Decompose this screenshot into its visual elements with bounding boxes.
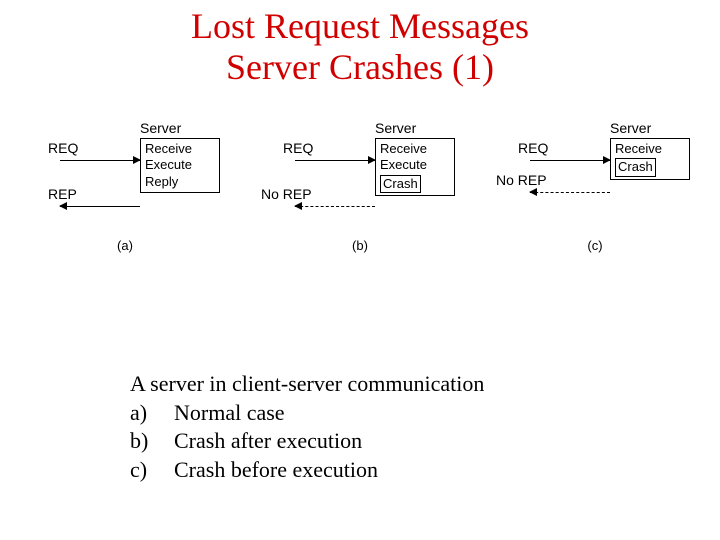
caption-text: Crash before execution <box>174 456 378 485</box>
diagram-b: Server Receive Execute Crash REQ No REP … <box>255 120 465 280</box>
step-receive: Receive <box>145 141 215 157</box>
norep-label: No REP <box>496 172 547 188</box>
diagram-c: Server Receive Crash REQ No REP (c) <box>490 120 700 280</box>
sublabel-b: (b) <box>255 238 465 253</box>
req-arrow-icon <box>530 160 610 161</box>
server-label: Server <box>140 120 181 136</box>
caption-text: Crash after execution <box>174 427 362 456</box>
diagram-row: Server Receive Execute Reply REQ REP (a)… <box>20 120 700 280</box>
req-label: REQ <box>518 140 548 156</box>
step-crash: Crash <box>380 175 421 193</box>
sublabel-c: (c) <box>490 238 700 253</box>
caption-list: a) Normal case b) Crash after execution … <box>130 399 610 485</box>
title-line-1: Lost Request Messages <box>191 6 529 46</box>
caption-key: b) <box>130 427 174 456</box>
caption-key: c) <box>130 456 174 485</box>
sublabel-a: (a) <box>20 238 230 253</box>
req-arrow-icon <box>295 160 375 161</box>
diagram-a: Server Receive Execute Reply REQ REP (a) <box>20 120 230 280</box>
norep-arrow-icon <box>295 206 375 207</box>
server-label: Server <box>610 120 651 136</box>
slide: Lost Request Messages Server Crashes (1)… <box>0 0 720 540</box>
step-reply: Reply <box>145 174 215 190</box>
caption-item: b) Crash after execution <box>130 427 610 456</box>
norep-arrow-icon <box>530 192 610 193</box>
caption: A server in client-server communication … <box>130 370 610 484</box>
rep-label: REP <box>48 186 77 202</box>
req-arrow-icon <box>60 160 140 161</box>
caption-text: Normal case <box>174 399 285 428</box>
title-line-2: Server Crashes (1) <box>226 47 494 87</box>
server-box-c: Receive Crash <box>610 138 690 180</box>
rep-arrow-icon <box>60 206 140 207</box>
step-receive: Receive <box>380 141 450 157</box>
step-crash: Crash <box>615 158 656 176</box>
req-label: REQ <box>283 140 313 156</box>
caption-intro: A server in client-server communication <box>130 370 610 399</box>
slide-title: Lost Request Messages Server Crashes (1) <box>0 6 720 89</box>
caption-item: a) Normal case <box>130 399 610 428</box>
caption-item: c) Crash before execution <box>130 456 610 485</box>
server-box-b: Receive Execute Crash <box>375 138 455 196</box>
step-receive: Receive <box>615 141 685 157</box>
caption-key: a) <box>130 399 174 428</box>
server-box-a: Receive Execute Reply <box>140 138 220 193</box>
req-label: REQ <box>48 140 78 156</box>
norep-label: No REP <box>261 186 312 202</box>
step-execute: Execute <box>145 157 215 173</box>
server-label: Server <box>375 120 416 136</box>
step-execute: Execute <box>380 157 450 173</box>
